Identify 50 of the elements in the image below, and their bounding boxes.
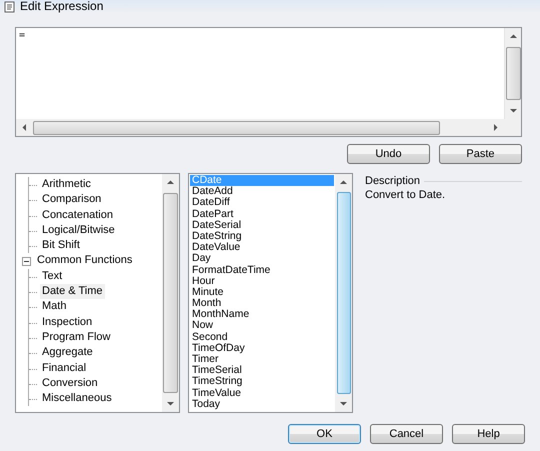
function-item[interactable]: TimeString [190,376,334,388]
tree-item[interactable]: Comparison [40,192,104,208]
collapse-icon[interactable] [22,256,31,266]
tree-item[interactable]: Conversion [40,376,100,392]
scrollbar-thumb[interactable] [163,193,178,393]
function-item[interactable]: Month [190,298,334,310]
edit-button[interactable]: Undo [347,144,430,164]
tree-item[interactable]: Arithmetic [40,177,93,192]
function-item[interactable]: TimeSerial [190,365,334,376]
function-item[interactable]: DateDiff [190,197,334,209]
edit-button[interactable]: Paste [439,144,522,164]
tree-item[interactable]: Bit Shift [40,238,82,254]
window-icon [4,1,16,13]
dialog-button[interactable]: OK [288,424,361,444]
tree-item[interactable]: Math [40,299,68,315]
function-item[interactable]: TimeOfDay [190,342,334,354]
function-item[interactable]: Second [190,332,334,343]
tree-item[interactable]: Miscellaneous [40,391,114,406]
description-text: Convert to Date. [365,189,446,201]
function-item[interactable]: Today [190,398,334,410]
tree-item[interactable]: Date & Time [40,284,105,300]
function-item[interactable]: DateValue [190,242,334,254]
expression-editor[interactable]: = [15,27,522,137]
function-item[interactable]: DateString [190,230,334,242]
function-item[interactable]: DatePart [190,208,334,220]
function-item[interactable]: MonthName [190,309,334,320]
tree-item[interactable]: Concatenation [40,208,115,223]
tree-item[interactable]: Inspection [40,314,94,330]
tree-item[interactable]: Text [40,268,64,284]
dialog-button[interactable]: Cancel [370,424,443,444]
function-item[interactable]: TimeValue [190,388,334,399]
scrollbar-thumb[interactable] [33,120,440,134]
function-item[interactable]: DateAdd [190,186,334,198]
function-item[interactable]: FormatDateTime [190,264,334,276]
dialog-button[interactable]: Help [452,424,525,444]
function-item[interactable]: Day [190,253,334,264]
tree-item[interactable]: Common Functions [35,253,134,269]
function-item[interactable]: Hour [190,276,334,287]
tree-item[interactable]: Logical/Bitwise [40,222,117,238]
tree-item[interactable]: Financial [40,360,88,376]
function-item[interactable]: Now [190,320,334,332]
function-item[interactable]: Timer [190,354,334,366]
function-item[interactable]: DateSerial [190,220,334,231]
scrollbar-thumb[interactable] [506,47,520,100]
tree-item[interactable]: Aggregate [40,345,95,361]
function-item[interactable]: Minute [190,286,334,298]
scrollbar-thumb[interactable] [336,192,350,394]
tree-item[interactable]: Program Flow [40,330,112,346]
window-title: Edit Expression [20,0,104,13]
description-heading: Description [365,175,420,187]
